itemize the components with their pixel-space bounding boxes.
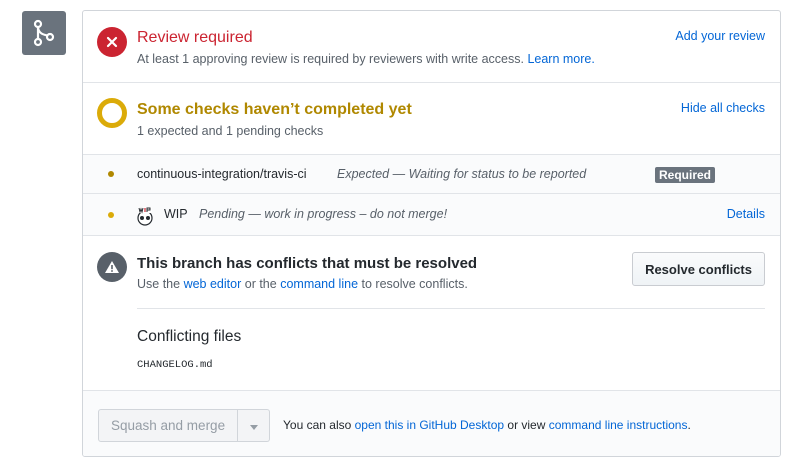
add-review-link[interactable]: Add your review [675,29,765,43]
pending-status-icon [97,98,127,128]
command-line-link[interactable]: command line [280,277,358,291]
details-link[interactable]: Details [727,207,765,221]
merge-button-group: Squash and merge [98,409,271,442]
check-name: WIP [164,207,188,221]
review-description: At least 1 approving review is required … [137,52,595,66]
cli-instructions-link[interactable]: command line instructions [549,418,688,432]
required-badge: Required [655,167,716,183]
check-name: continuous-integration/travis-ci [137,167,307,181]
pending-dot-icon [108,171,114,177]
check-row-travis: continuous-integration/travis-ci Expecte… [83,155,780,194]
pending-dot-icon [108,212,114,218]
check-row-wip: WIP Pending — work in progress – do not … [83,194,780,236]
conflicts-title: This branch has conflicts that must be r… [137,255,478,272]
open-desktop-link[interactable]: open this in GitHub Desktop [355,418,504,432]
squash-and-merge-button[interactable]: Squash and merge [98,409,239,442]
review-section: Review required At least 1 approving rev… [83,11,780,83]
git-merge-icon [22,11,66,55]
check-description: Pending — work in progress – do not merg… [199,207,448,221]
x-icon [97,27,127,57]
checks-summary: 1 expected and 1 pending checks [137,124,324,138]
resolve-conflicts-button[interactable]: Resolve conflicts [632,252,765,286]
wip-icon [135,206,155,226]
alert-icon [97,252,127,282]
web-editor-link[interactable]: web editor [184,277,242,291]
merge-section: Squash and merge You can also open this … [83,391,780,456]
conflicting-files-title: Conflicting files [137,328,242,345]
conflicts-section: This branch has conflicts that must be r… [83,236,780,391]
conflicting-file[interactable]: CHANGELOG.md [137,359,213,371]
checks-section: Some checks haven’t completed yet 1 expe… [83,83,780,155]
learn-more-link[interactable]: Learn more. [527,52,594,66]
merge-method-dropdown[interactable] [238,409,271,442]
review-title: Review required [137,29,253,46]
check-description: Expected — Waiting for status to be repo… [337,167,587,181]
merge-status-box: Review required At least 1 approving rev… [82,10,781,457]
checks-title: Some checks haven’t completed yet [137,101,412,118]
merge-alternatives: You can also open this in GitHub Desktop… [283,418,691,432]
caret-down-icon [249,418,258,433]
conflicts-description: Use the web editor or the command line t… [137,277,468,291]
divider [137,308,765,309]
hide-all-checks-link[interactable]: Hide all checks [681,101,765,115]
